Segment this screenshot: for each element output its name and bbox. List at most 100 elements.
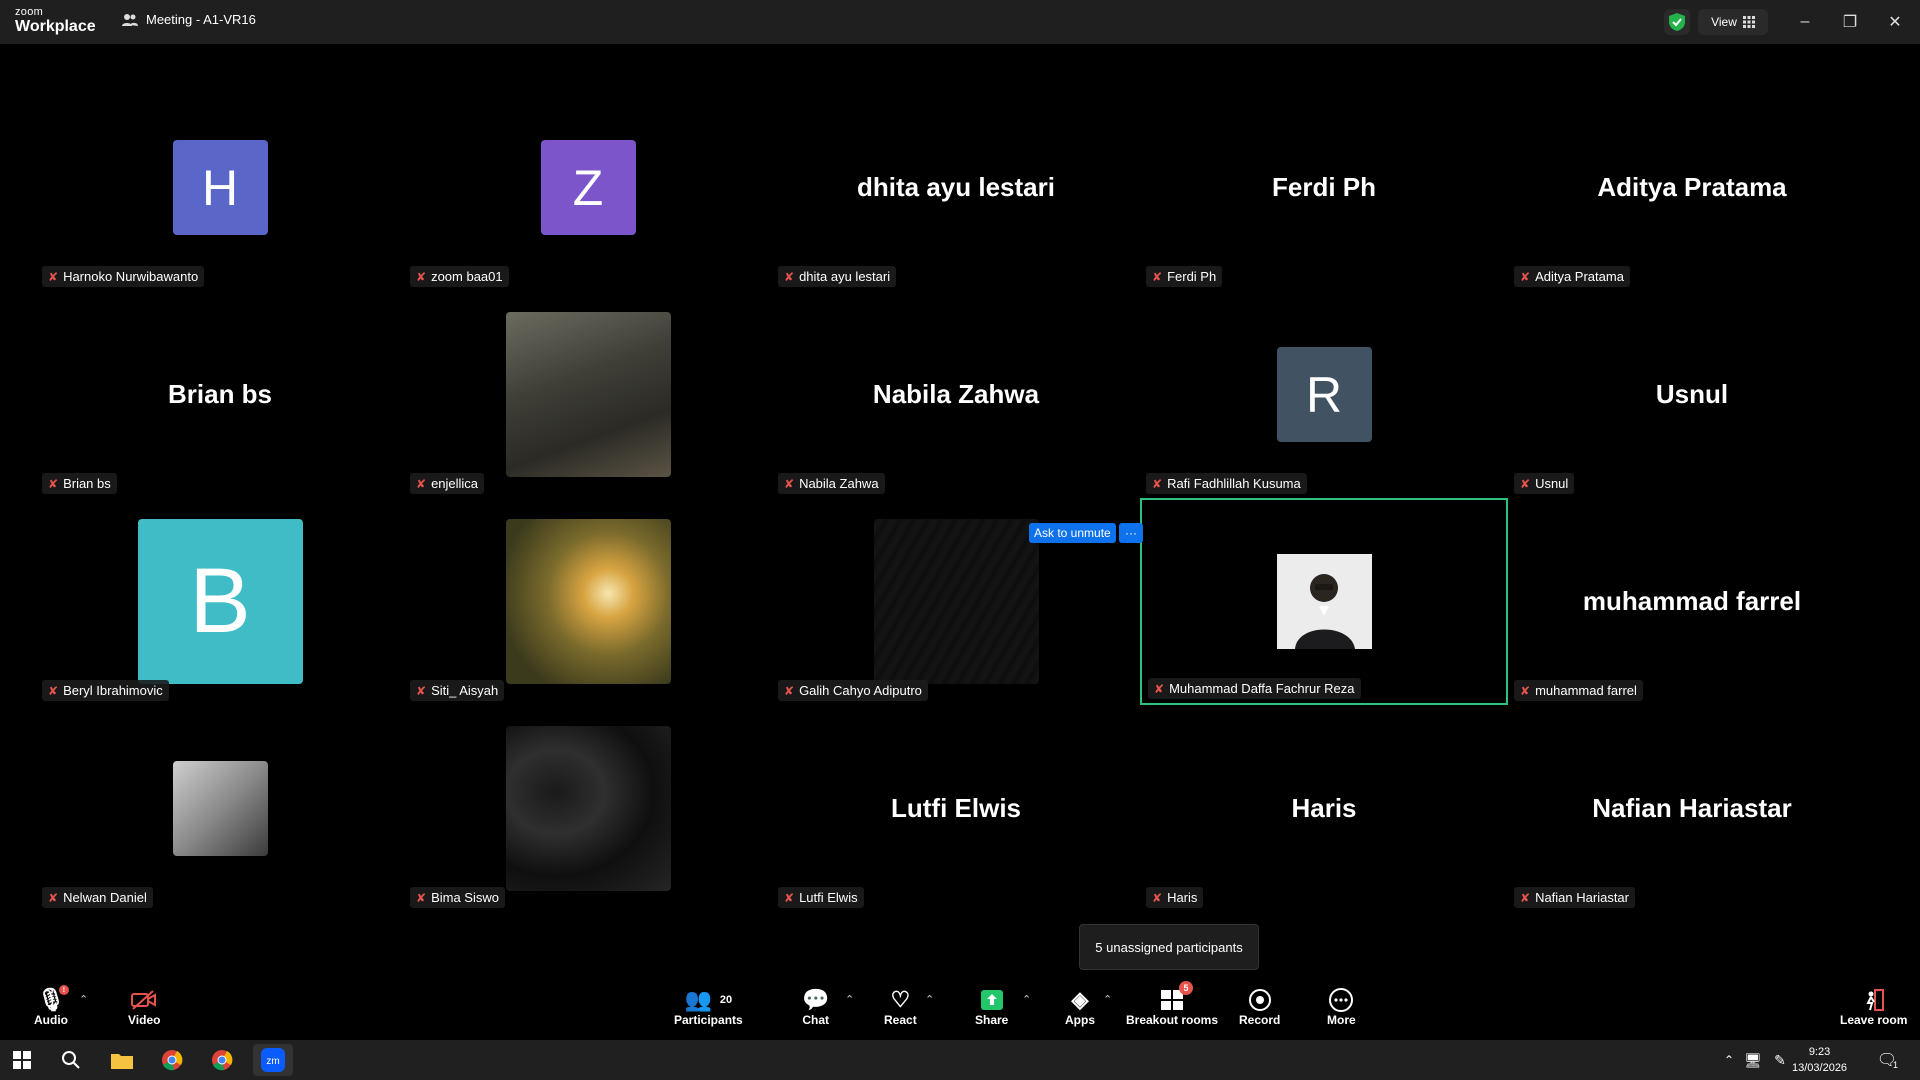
notification-count: 1 [1892,1060,1898,1070]
participant-name-tag: ✘ Rafi Fadhlillah Kusuma [1146,473,1307,494]
participant-display-name: dhita ayu lestari [857,172,1055,202]
breakout-label: Breakout rooms [1126,1013,1219,1027]
avatar: R [1276,347,1372,442]
ask-to-unmute-button[interactable]: Ask to unmute [1029,523,1116,543]
react-caret-icon[interactable]: ⌃ [925,993,934,1006]
participant-tile[interactable]: H ✘ Harnoko Nurwibawanto [36,84,404,291]
tile-more-options-button[interactable]: ··· [1119,523,1143,543]
security-shield-icon[interactable] [1664,9,1690,35]
search-icon[interactable] [55,1044,87,1076]
tile-content [404,705,772,912]
participant-display-name: Ferdi Ph [1271,172,1376,202]
participant-tile[interactable]: ✘ Siti_ Aisyah [404,498,772,705]
participant-tile[interactable]: ✘ Bima Siswo [404,705,772,912]
participant-tile[interactable]: Usnul ✘ Usnul [1508,291,1876,498]
share-label: Share [975,1013,1009,1027]
participants-icon: 👥 20 [684,987,733,1012]
participant-tile[interactable]: ✘ Muhammad Daffa Fachrur Reza [1140,498,1508,705]
participant-tile[interactable]: Lutfi Elwis ✘ Lutfi Elwis [772,705,1140,912]
participant-name-tag: ✘ Bima Siswo [410,887,505,908]
leave-label: Leave room [1840,1013,1908,1027]
participant-tile[interactable]: Brian bs ✘ Brian bs [36,291,404,498]
participant-tile[interactable]: B ✘ Beryl Ibrahimovic [36,498,404,705]
chrome-icon[interactable] [156,1044,188,1076]
muted-mic-icon: ✘ [48,683,59,698]
apps-button[interactable]: ◈ Apps [1065,987,1095,1027]
chat-caret-icon[interactable]: ⌃ [845,993,854,1006]
react-button[interactable]: ♡ React [884,987,917,1027]
close-icon[interactable]: ✕ [1883,10,1907,34]
participant-name: zoom baa01 [431,269,503,284]
participant-name-tag: ✘ Aditya Pratama [1514,266,1630,287]
system-clock[interactable]: 9:23 13/03/2026 [1792,1044,1847,1076]
video-gallery: H ✘ Harnoko Nurwibawanto Z ✘ zoom baa01 dhita … [36,84,1884,912]
participant-display-name: Brian bs [167,379,273,409]
record-button[interactable]: Record [1239,987,1280,1027]
unassigned-tooltip: 5 unassigned participants [1079,924,1259,970]
participant-name: Galih Cahyo Adiputro [799,683,922,698]
muted-mic-icon: ✘ [1520,269,1531,284]
more-button[interactable]: More [1327,987,1356,1027]
participant-tile[interactable]: ✘ enjellica [404,291,772,498]
view-button[interactable]: View [1698,9,1768,35]
participant-tile[interactable]: Ferdi Ph ✘ Ferdi Ph [1140,84,1508,291]
react-label: React [884,1013,917,1027]
share-caret-icon[interactable]: ⌃ [1022,993,1031,1006]
tile-content: H [36,84,404,291]
leave-icon [1863,987,1885,1013]
leave-room-button[interactable]: Leave room [1840,987,1907,1027]
participant-tile[interactable]: Nafian Hariastar ✘ Nafian Hariastar [1508,705,1876,912]
notification-icon[interactable]: 🗨 1 [1871,1044,1903,1076]
svg-text:zm: zm [266,1056,279,1067]
file-explorer-icon[interactable] [106,1044,138,1076]
apps-icon: ◈ [1071,987,1089,1012]
participant-tile[interactable]: muhammad farrel ✘ muhammad farrel [1508,498,1876,705]
windows-taskbar: zm ⌃ 🖥 ✎ 9:23 13/03/2026 🗨 1 [0,1040,1920,1080]
audio-caret-icon[interactable]: ⌃ [79,993,88,1006]
meeting-info[interactable]: Meeting - A1-VR16 [122,12,256,27]
muted-mic-icon: ✘ [1152,269,1163,284]
participant-name: Siti_ Aisyah [431,683,499,698]
muted-mic-icon: ✘ [784,269,795,284]
participant-name: Beryl Ibrahimovic [63,683,163,698]
participant-name: Nafian Hariastar [1535,890,1629,905]
participant-tile[interactable]: dhita ayu lestari ✘ dhita ayu lestari [772,84,1140,291]
chat-button[interactable]: 💬 Chat [802,987,829,1027]
muted-mic-icon: ✘ [416,269,427,284]
tile-content [404,291,772,498]
participant-name-tag: ✘ Beryl Ibrahimovic [42,680,169,701]
participant-name: Ferdi Ph [1167,269,1217,284]
muted-mic-icon: ✘ [48,890,59,905]
tile-content: muhammad farrel [1508,498,1876,705]
participant-display-name: Nafian Hariastar [1592,793,1792,823]
participant-tile[interactable]: Haris ✘ Haris [1140,705,1508,912]
participant-tile[interactable]: Nabila Zahwa ✘ Nabila Zahwa [772,291,1140,498]
participant-tile[interactable]: Aditya Pratama ✘ Aditya Pratama [1508,84,1876,291]
participant-name-tag: ✘ Ferdi Ph [1146,266,1223,287]
participant-name-tag: ✘ Nelwan Daniel [42,887,153,908]
more-label: More [1327,1013,1356,1027]
participant-tile[interactable]: ✘ Nelwan Daniel [36,705,404,912]
participant-name-tag: ✘ Nabila Zahwa [778,473,885,494]
participant-name: dhita ayu lestari [799,269,891,284]
zoom-taskbar-icon[interactable]: zm [253,1044,293,1076]
chrome-profile-icon[interactable] [206,1044,238,1076]
audio-label: Audio [34,1013,68,1027]
participant-name: Rafi Fadhlillah Kusuma [1167,476,1301,491]
windows-start-icon[interactable] [6,1044,38,1076]
minimize-icon[interactable]: – [1793,10,1817,34]
video-button[interactable]: Video [128,987,160,1027]
share-button[interactable]: Share [975,987,1008,1027]
audio-button[interactable]: 🎙! Audio [34,985,69,1027]
breakout-rooms-button[interactable]: 5 Breakout rooms [1126,981,1219,1027]
participant-tile[interactable]: R ✘ Rafi Fadhlillah Kusuma [1140,291,1508,498]
participants-button[interactable]: 👥 20 Participants [674,987,743,1027]
muted-mic-icon: ✘ [416,890,427,905]
profile-photo [505,726,671,891]
participant-display-name: Aditya Pratama [1597,172,1787,202]
participant-tile[interactable]: Z ✘ zoom baa01 [404,84,772,291]
meeting-toolbar: 🎙! Audio ⌃ Video 👥 20 Participants 💬 Chat… [0,981,1920,1039]
restore-icon[interactable]: ❐ [1838,10,1862,34]
participant-name: Lutfi Elwis [799,890,858,905]
apps-caret-icon[interactable]: ⌃ [1103,993,1112,1006]
